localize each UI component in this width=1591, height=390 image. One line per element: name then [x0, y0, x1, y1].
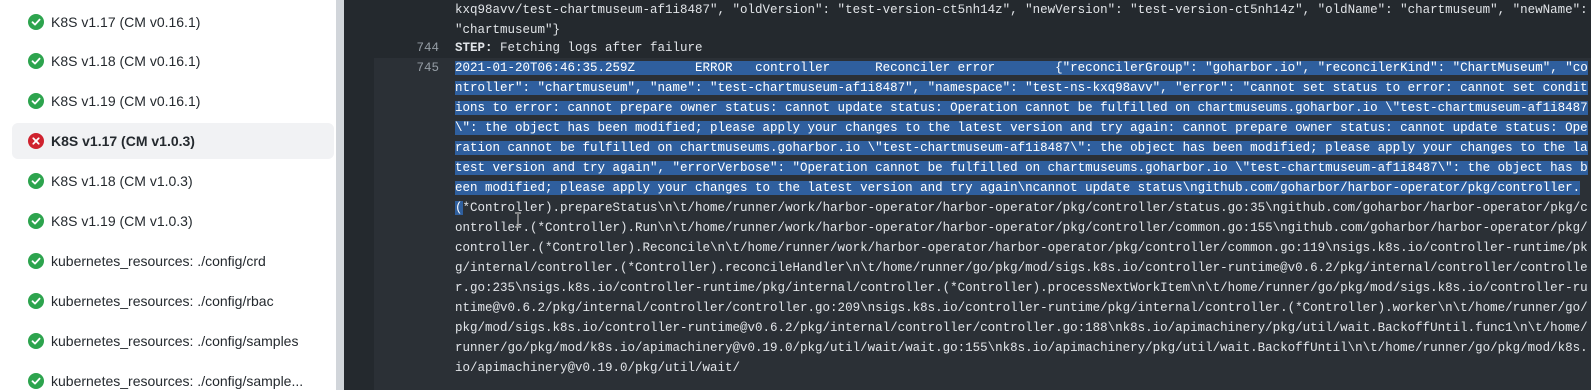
log-line: kxq98avv/test-chartmuseum-af1i8487", "ol…	[374, 0, 1591, 40]
job-label: K8S v1.19 (CM v0.16.1)	[51, 93, 201, 109]
check-circle-icon	[28, 253, 44, 269]
job-label: kubernetes_resources: ./config/crd	[51, 253, 266, 269]
step-text: Fetching logs after failure	[492, 41, 703, 55]
job-item[interactable]: kubernetes_resources: ./config/crd	[12, 243, 334, 279]
job-item[interactable]: K8S v1.17 (CM v0.16.1)	[12, 4, 334, 40]
log-line-text: kxq98avv/test-chartmuseum-af1i8487", "ol…	[455, 3, 1588, 37]
text-cursor-icon	[515, 212, 521, 228]
check-circle-icon	[28, 213, 44, 229]
check-circle-icon	[28, 333, 44, 349]
log-line-text[interactable]: 2021-01-20T06:46:35.259Z ERROR controlle…	[455, 58, 1591, 378]
job-item[interactable]: K8S v1.19 (CM v1.0.3)	[12, 203, 334, 239]
job-item[interactable]: K8S v1.19 (CM v0.16.1)	[12, 83, 334, 119]
job-item[interactable]: K8S v1.18 (CM v0.16.1)	[12, 43, 334, 79]
job-label: K8S v1.18 (CM v0.16.1)	[51, 53, 201, 69]
step-label: STEP:	[455, 41, 493, 55]
job-label: K8S v1.17 (CM v0.16.1)	[51, 14, 201, 30]
pane-resize-handle[interactable]	[336, 0, 344, 390]
log-panel[interactable]: kxq98avv/test-chartmuseum-af1i8487", "ol…	[374, 0, 1591, 390]
line-number[interactable]: 745	[374, 58, 439, 78]
log-line-text: STEP: Fetching logs after failure	[455, 38, 1591, 58]
job-label: kubernetes_resources: ./config/sample...	[51, 373, 304, 389]
job-item[interactable]: kubernetes_resources: ./config/sample...	[12, 363, 334, 390]
log-line-744: 744 STEP: Fetching logs after failure	[374, 38, 1591, 58]
job-label: K8S v1.18 (CM v1.0.3)	[51, 173, 193, 189]
x-circle-icon	[28, 133, 44, 149]
job-item[interactable]: K8S v1.18 (CM v1.0.3)	[12, 163, 334, 199]
log-gutter	[344, 0, 374, 390]
line-number[interactable]: 744	[374, 38, 439, 58]
job-item[interactable]: kubernetes_resources: ./config/samples	[12, 323, 334, 359]
job-label: kubernetes_resources: ./config/rbac	[51, 293, 274, 309]
check-circle-icon	[28, 14, 44, 30]
job-item[interactable]: kubernetes_resources: ./config/rbac	[12, 283, 334, 319]
check-circle-icon	[28, 53, 44, 69]
log-line-745: 745 2021-01-20T06:46:35.259Z ERROR contr…	[374, 58, 1591, 390]
selected-text: 2021-01-20T06:46:35.259Z ERROR controlle…	[455, 61, 1588, 195]
job-item-selected[interactable]: K8S v1.17 (CM v1.0.3)	[12, 123, 334, 159]
job-label: K8S v1.17 (CM v1.0.3)	[51, 133, 195, 149]
check-circle-icon	[28, 93, 44, 109]
job-label: kubernetes_resources: ./config/samples	[51, 333, 299, 349]
selected-text-tail: (	[455, 201, 463, 215]
unselected-text: *Controller).prepareStatus\n\t/home/runn…	[455, 201, 1588, 375]
check-circle-icon	[28, 173, 44, 189]
job-list-sidebar: K8S v1.17 (CM v0.16.1) K8S v1.18 (CM v0.…	[0, 0, 336, 390]
check-circle-icon	[28, 373, 44, 389]
job-label: K8S v1.19 (CM v1.0.3)	[51, 213, 193, 229]
check-circle-icon	[28, 293, 44, 309]
